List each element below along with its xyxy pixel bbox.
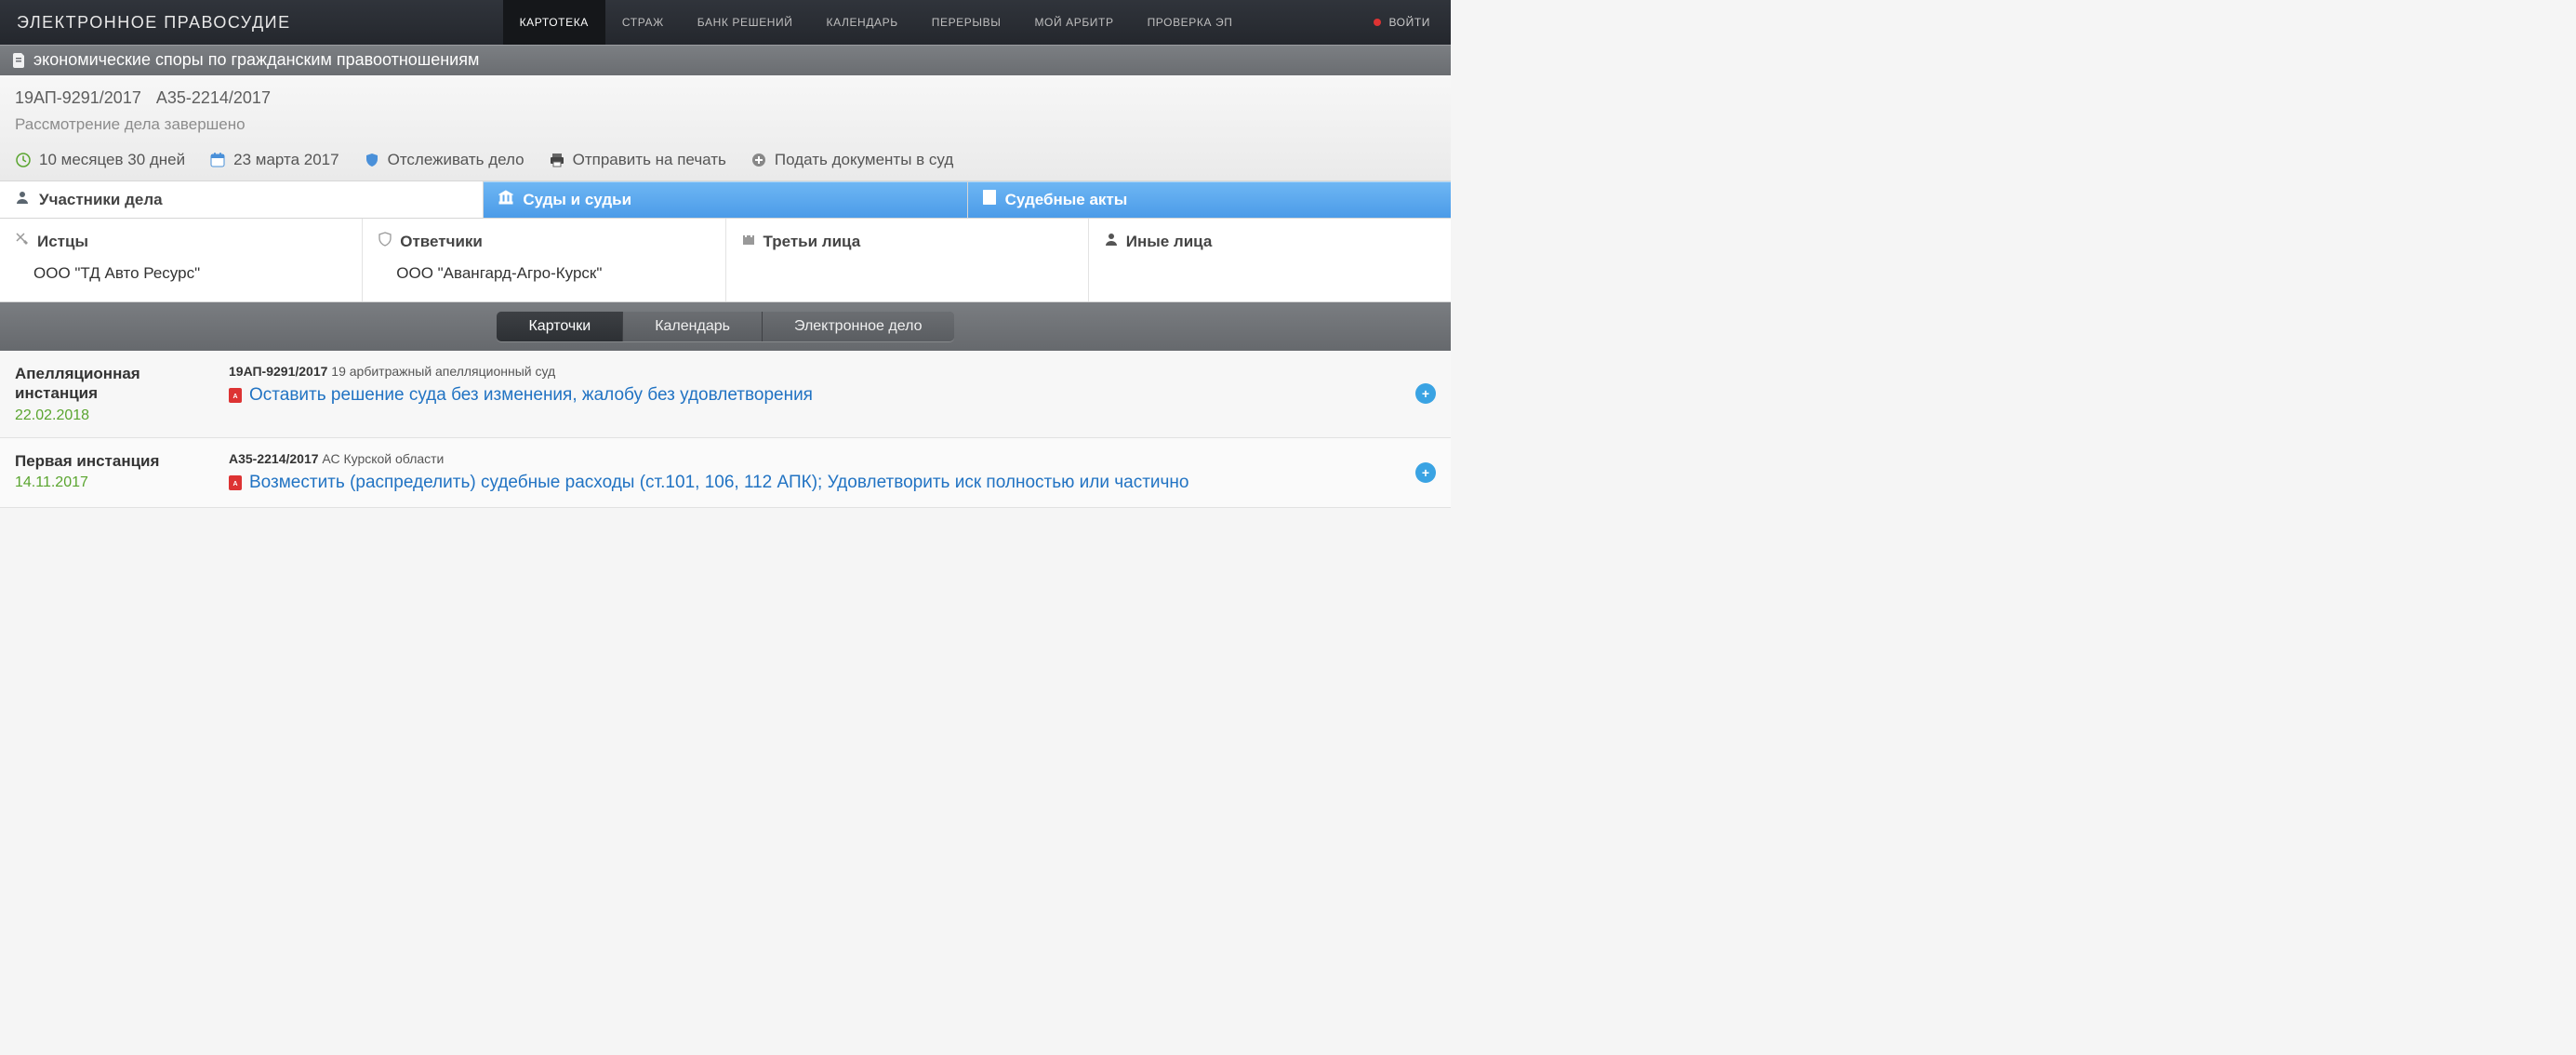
instance-row: Апелляционная инстанция 22.02.2018 19АП-92… bbox=[0, 351, 1451, 438]
login-label: ВОЙТИ bbox=[1388, 16, 1430, 29]
person-icon bbox=[15, 190, 30, 209]
other-parties-title: Иные лица bbox=[1126, 233, 1213, 251]
instance-case-number: А35-2214/2017 bbox=[229, 451, 319, 466]
pdf-icon: A bbox=[229, 475, 242, 490]
clock-icon bbox=[15, 152, 32, 168]
expand-button[interactable]: + bbox=[1415, 462, 1436, 483]
svg-text:A: A bbox=[232, 394, 237, 400]
duration-info: 10 месяцев 30 дней bbox=[15, 151, 185, 169]
decision-link[interactable]: Оставить решение суда без изменения, жал… bbox=[249, 384, 813, 407]
nav-item[interactable]: СТРАЖ bbox=[605, 0, 681, 45]
detail-tabs: Участники дела Суды и судьи A Судебные а… bbox=[0, 181, 1451, 219]
duration-label: 10 месяцев 30 дней bbox=[39, 151, 185, 169]
nav-item[interactable]: МОЙ АРБИТР bbox=[1017, 0, 1130, 45]
nav-item[interactable]: БАНК РЕШЕНИЙ bbox=[681, 0, 810, 45]
login-button[interactable]: ВОЙТИ bbox=[1353, 0, 1451, 45]
case-header: 19АП-9291/2017 А35-2214/2017 Рассмотрени… bbox=[0, 75, 1451, 181]
parties-panel: Истцы ООО "ТД Авто Ресурс" Ответчики ООО… bbox=[0, 219, 1451, 302]
other-parties-column: Иные лица bbox=[1089, 219, 1451, 301]
case-number-appeal: 19АП-9291/2017 bbox=[15, 88, 141, 108]
instance-date: 14.11.2017 bbox=[15, 474, 210, 491]
segment-button[interactable]: Календарь bbox=[623, 312, 763, 341]
defendants-title: Ответчики bbox=[400, 233, 483, 251]
plus-circle-icon bbox=[750, 152, 767, 168]
print-button[interactable]: Отправить на печать bbox=[549, 151, 726, 169]
file-docs-button[interactable]: Подать документы в суд bbox=[750, 151, 953, 169]
pdf-icon: A bbox=[229, 388, 242, 403]
file-docs-label: Подать документы в суд bbox=[775, 151, 953, 169]
nav-item[interactable]: ПЕРЕРЫВЫ bbox=[915, 0, 1018, 45]
person-solid-icon bbox=[1104, 232, 1119, 251]
instance-meta: А35-2214/2017 АС Курской области bbox=[229, 451, 1397, 466]
filed-date-info: 23 марта 2017 bbox=[209, 151, 339, 169]
tab-courts[interactable]: Суды и судьи bbox=[484, 181, 967, 218]
nav-item[interactable]: КАРТОТЕКА bbox=[503, 0, 605, 45]
view-switcher-bar: КарточкиКалендарьЭлектронное дело bbox=[0, 302, 1451, 351]
brand-title: ЭЛЕКТРОННОЕ ПРАВОСУДИЕ bbox=[0, 0, 308, 45]
printer-icon bbox=[549, 152, 565, 168]
tab-participants[interactable]: Участники дела bbox=[0, 181, 484, 218]
nav-item[interactable]: ПРОВЕРКА ЭП bbox=[1131, 0, 1250, 45]
third-parties-column: Третьи лица bbox=[726, 219, 1089, 301]
segment-button[interactable]: Электронное дело bbox=[763, 312, 954, 341]
svg-text:A: A bbox=[987, 195, 991, 202]
nav-item[interactable]: КАЛЕНДАРЬ bbox=[810, 0, 915, 45]
category-bar: экономические споры по гражданским право… bbox=[0, 45, 1451, 75]
top-nav: ЭЛЕКТРОННОЕ ПРАВОСУДИЕ КАРТОТЕКАСТРАЖБАН… bbox=[0, 0, 1451, 45]
expand-button[interactable]: + bbox=[1415, 383, 1436, 404]
instance-case-number: 19АП-9291/2017 bbox=[229, 364, 327, 379]
swords-icon bbox=[15, 232, 30, 251]
tab-label: Участники дела bbox=[39, 191, 163, 209]
case-status: Рассмотрение дела завершено bbox=[15, 115, 1436, 134]
instance-title: Апелляционная инстанция bbox=[15, 364, 210, 404]
segment-button[interactable]: Карточки bbox=[497, 312, 623, 341]
plaintiffs-column: Истцы ООО "ТД Авто Ресурс" bbox=[0, 219, 363, 301]
case-number-first: А35-2214/2017 bbox=[156, 88, 271, 108]
court-icon bbox=[498, 190, 513, 209]
instance-date: 22.02.2018 bbox=[15, 407, 210, 424]
instance-row: Первая инстанция 14.11.2017 А35-2214/2017 … bbox=[0, 438, 1451, 509]
print-label: Отправить на печать bbox=[573, 151, 726, 169]
tab-label: Судебные акты bbox=[1005, 191, 1128, 209]
category-label: экономические споры по гражданским право… bbox=[33, 50, 479, 70]
defendant-name[interactable]: ООО "Авангард-Агро-Курск" bbox=[378, 264, 710, 283]
tab-acts[interactable]: A Судебные акты bbox=[968, 181, 1451, 218]
shield-icon bbox=[364, 152, 380, 168]
filed-date-label: 23 марта 2017 bbox=[233, 151, 339, 169]
instance-title: Первая инстанция bbox=[15, 451, 210, 471]
castle-icon bbox=[741, 232, 756, 251]
document-icon bbox=[13, 53, 26, 68]
status-dot-icon bbox=[1374, 19, 1381, 26]
third-parties-title: Третьи лица bbox=[764, 233, 861, 251]
track-label: Отслеживать дело bbox=[388, 151, 524, 169]
svg-text:A: A bbox=[232, 481, 237, 487]
plaintiffs-title: Истцы bbox=[37, 233, 88, 251]
tab-label: Суды и судьи bbox=[523, 191, 631, 209]
calendar-icon bbox=[209, 152, 226, 168]
track-case-button[interactable]: Отслеживать дело bbox=[364, 151, 524, 169]
decision-link[interactable]: Возместить (распределить) судебные расхо… bbox=[249, 472, 1188, 495]
plaintiff-name[interactable]: ООО "ТД Авто Ресурс" bbox=[15, 264, 347, 283]
instance-meta: 19АП-9291/2017 19 арбитражный апелляцион… bbox=[229, 364, 1397, 379]
pdf-icon: A bbox=[983, 190, 996, 209]
shield-outline-icon bbox=[378, 232, 392, 251]
defendants-column: Ответчики ООО "Авангард-Агро-Курск" bbox=[363, 219, 725, 301]
